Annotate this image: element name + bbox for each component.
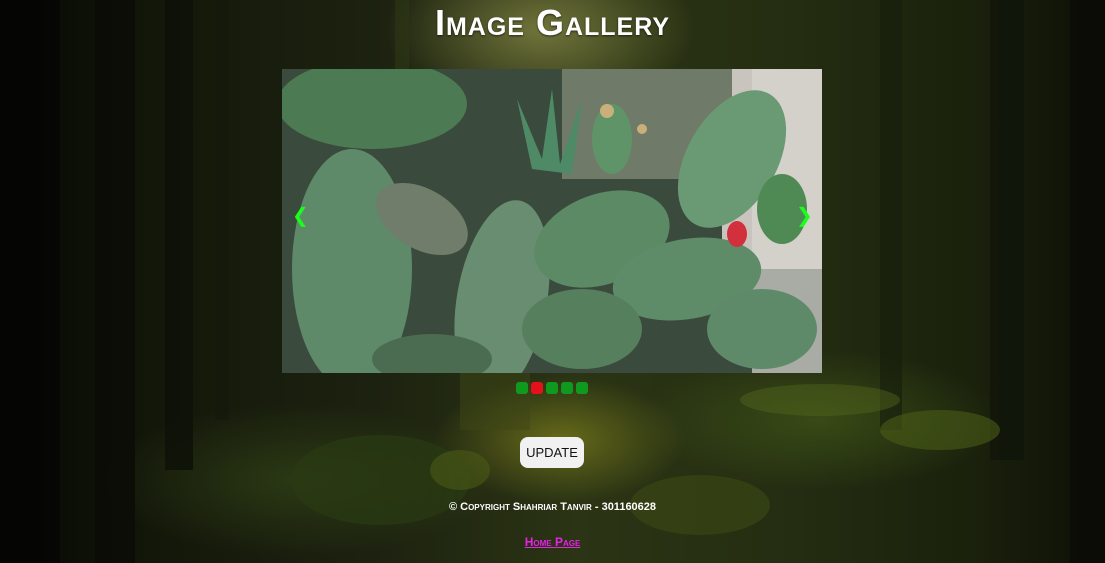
- image-slideshow: [282, 69, 822, 373]
- slide-dot-1[interactable]: [516, 382, 528, 394]
- slide-dot-2[interactable]: [531, 382, 543, 394]
- slide-dot-5[interactable]: [576, 382, 588, 394]
- home-page-link[interactable]: Home Page: [525, 535, 581, 549]
- page-title: Image Gallery: [434, 2, 671, 43]
- slide-indicators: [516, 382, 588, 394]
- chevron-left-icon[interactable]: ❮: [292, 200, 309, 230]
- update-button[interactable]: UPDATE: [520, 437, 584, 468]
- slide-dot-4[interactable]: [561, 382, 573, 394]
- copyright-text: © Copyright Shahriar Tanvir - 301160628: [448, 501, 657, 513]
- home-page-link-container: Home Page: [0, 535, 1105, 549]
- chevron-right-icon[interactable]: ❯: [796, 200, 813, 230]
- slide-dot-3[interactable]: [546, 382, 558, 394]
- cactus-slide-image: [282, 69, 822, 373]
